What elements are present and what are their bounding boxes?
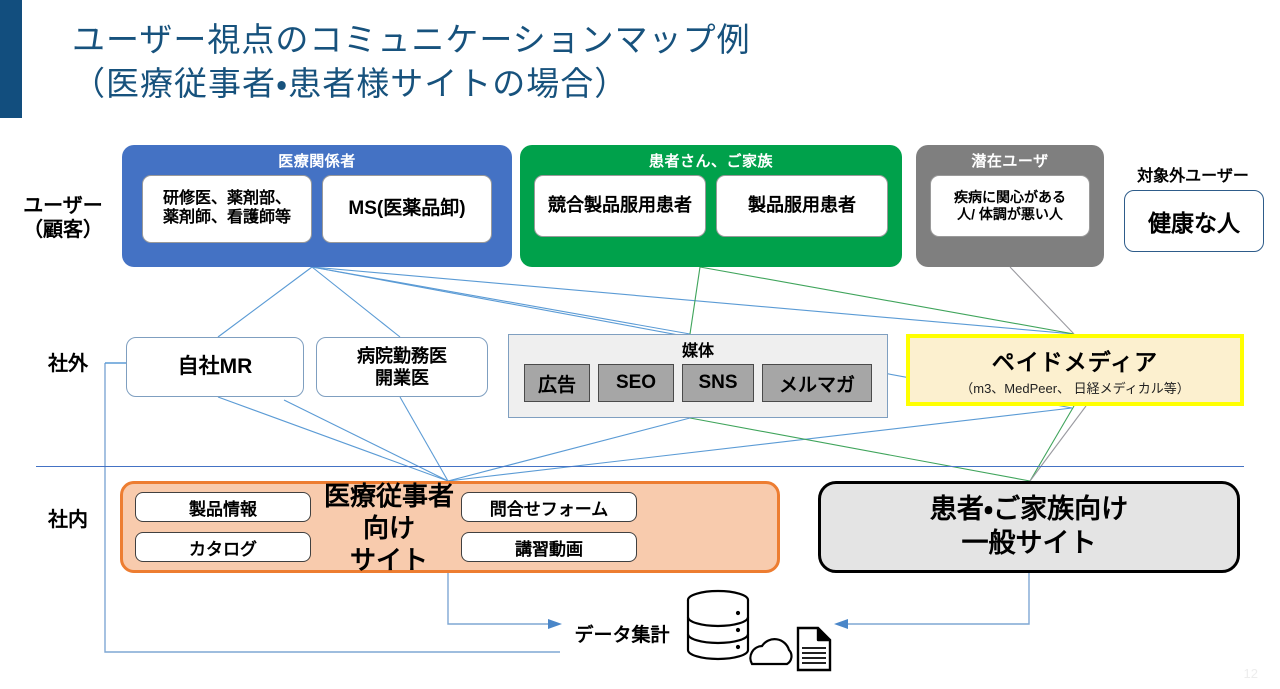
row-label-external: 社外 [48,353,88,375]
box-paid-media[interactable]: ペイドメディア （m3、MedPeer、 日経メディカル等） [906,334,1244,406]
box-hcp-site[interactable]: 製品情報 カタログ 医療従事者向け サイト 問合せフォーム 講習動画 [120,481,780,575]
user-group-latent-title: 潜在ユーザ [971,153,1049,170]
chip-disease-interested[interactable]: 疾病に関心がある 人/ 体調が悪い人 [930,175,1090,237]
hcp-chip-product-info[interactable]: 製品情報 [135,492,311,522]
user-group-medical-items: 研修医、薬剤部、 薬剤師、看護師等 MS(医薬品卸) [122,171,512,253]
row-label-internal: 社内 [48,509,88,531]
box-public-site[interactable]: 患者・ご家族向け 一般サイト [818,481,1240,573]
data-aggregation-label: データ集計 [574,625,670,646]
user-group-patient[interactable]: 患者さん、ご家族 競合製品服用患者 製品服用患者 [520,145,902,267]
media-group[interactable]: 媒体 広告 SEO SNS メルマガ [508,334,888,418]
slide-canvas: ユーザー視点のコミュニケーションマップ例 （医療従事者・患者様サイトの場合） ユ… [0,0,1280,689]
hcp-chip-contact-form[interactable]: 問合せフォーム [461,492,637,522]
box-healthy-people[interactable]: 健康な人 [1124,190,1264,252]
paid-media-subtitle: （m3、MedPeer、 日経メディカル等） [960,381,1190,396]
chip-medical-staff[interactable]: 研修医、薬剤部、 薬剤師、看護師等 [142,175,312,243]
out-of-target-label: 対象外ユーザー [1137,168,1249,185]
media-group-title: 媒体 [681,343,714,360]
user-group-medical-title: 医療関係者 [278,153,356,170]
box-hospital-doctor[interactable]: 病院勤務医 開業医 [316,337,488,397]
media-chip-mailmagazine[interactable]: メルマガ [762,364,872,402]
document-icon [796,626,832,672]
user-group-medical[interactable]: 医療関係者 研修医、薬剤部、 薬剤師、看護師等 MS(医薬品卸) [122,145,512,267]
data-aggregation-icons [686,589,832,672]
hcp-site-inner: 製品情報 カタログ 医療従事者向け サイト 問合せフォーム 講習動画 [123,481,777,575]
user-group-latent[interactable]: 潜在ユーザ 疾病に関心がある 人/ 体調が悪い人 [916,145,1104,267]
media-chip-sns[interactable]: SNS [682,364,754,402]
accent-bar [0,0,22,118]
chip-ms-wholesaler[interactable]: MS(医薬品卸) [322,175,492,243]
page-number: 12 [1243,666,1258,681]
hcp-chip-catalog[interactable]: カタログ [135,532,311,562]
user-group-latent-items: 疾病に関心がある 人/ 体調が悪い人 [916,171,1104,247]
media-chip-ad[interactable]: 広告 [524,364,590,402]
paid-media-title: ペイドメディア [991,349,1159,375]
hcp-site-title: 医療従事者向け サイト [323,481,454,575]
media-chip-seo[interactable]: SEO [598,364,674,402]
cloud-icon [749,638,793,666]
chip-product-patient[interactable]: 製品服用患者 [716,175,888,237]
row-label-user: ユーザー （顧客） [23,195,103,241]
box-own-mr[interactable]: 自社MR [126,337,304,397]
hcp-chip-training-video[interactable]: 講習動画 [461,532,637,562]
user-group-patient-items: 競合製品服用患者 製品服用患者 [520,171,902,247]
user-group-patient-title: 患者さん、ご家族 [648,153,773,170]
chip-competitor-product-patient[interactable]: 競合製品服用患者 [534,175,706,237]
page-title: ユーザー視点のコミュニケーションマップ例 （医療従事者・患者様サイトの場合） [72,21,751,102]
media-channel-list: 広告 SEO SNS メルマガ [509,361,887,402]
section-divider [36,466,1244,467]
